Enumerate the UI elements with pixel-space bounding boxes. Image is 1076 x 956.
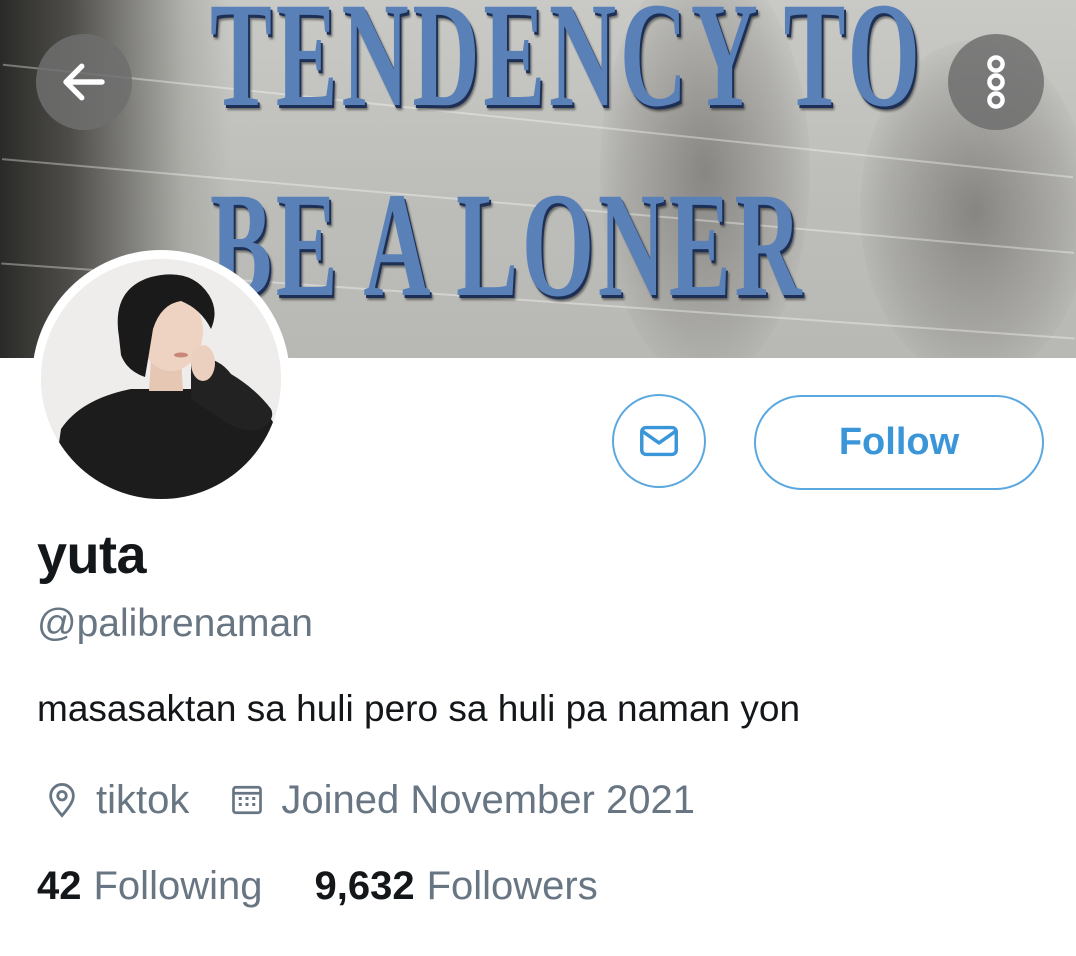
profile-bio: masasaktan sa huli pero sa huli pa naman… <box>37 688 801 729</box>
profile-joined-date: Joined November 2021 <box>281 777 695 822</box>
following-count: 42 <box>37 864 82 908</box>
banner-text: TENDENCY TO BE A LONER <box>210 0 924 328</box>
banner-text-line1: TENDENCY TO <box>210 0 924 138</box>
calendar-icon <box>225 778 269 822</box>
profile-handle: @palibrenaman <box>37 602 313 645</box>
follow-button[interactable]: Follow <box>754 395 1044 490</box>
message-button[interactable] <box>612 394 706 488</box>
profile-stats: 42 Following 9,632 Followers <box>37 864 598 909</box>
location-pin-icon <box>40 778 84 822</box>
more-options-button[interactable] <box>948 34 1044 130</box>
back-button[interactable] <box>36 34 132 130</box>
profile-meta: tiktok Joined November 2021 <box>40 776 695 824</box>
arrow-left-icon <box>63 63 105 101</box>
banner-text-line2: BE A LONER <box>210 162 806 328</box>
more-vertical-icon <box>987 55 1005 109</box>
avatar[interactable] <box>32 250 290 508</box>
profile-name: yuta <box>37 525 147 585</box>
following-stat[interactable]: 42 Following <box>37 864 262 909</box>
profile-location[interactable]: tiktok <box>96 778 189 823</box>
avatar-photo <box>41 259 281 499</box>
envelope-icon <box>640 425 678 457</box>
followers-count: 9,632 <box>314 864 415 908</box>
followers-stat[interactable]: 9,632 Followers <box>314 864 597 909</box>
followers-label: Followers <box>426 864 598 908</box>
following-label: Following <box>93 864 263 908</box>
avatar-image <box>41 259 281 499</box>
